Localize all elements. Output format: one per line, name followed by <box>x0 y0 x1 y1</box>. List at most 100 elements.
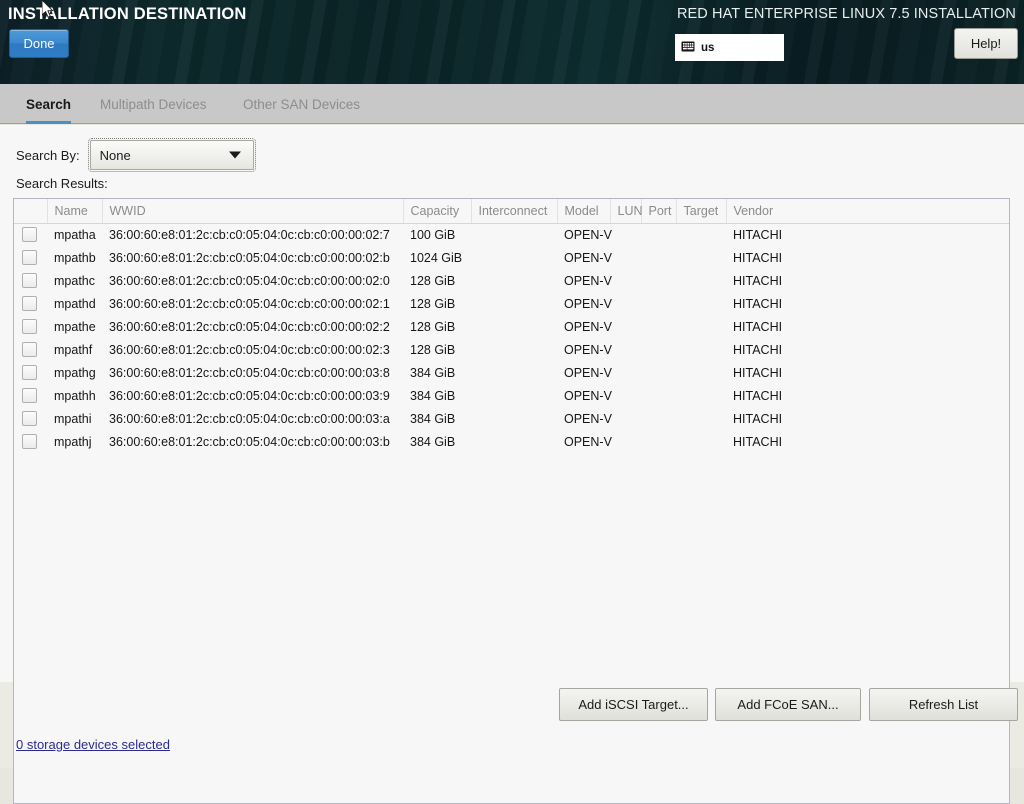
table-row[interactable]: mpathc 36:00:60:e8:01:2c:cb:c0:05:04:0c:c… <box>14 269 1009 292</box>
table-row[interactable]: mpathe 36:00:60:e8:01:2c:cb:c0:05:04:0c:c… <box>14 315 1009 338</box>
row-checkbox-cell[interactable] <box>14 407 47 430</box>
cell-name: mpathi <box>54 411 92 426</box>
cell-capacity: 128 GiB <box>410 319 456 334</box>
row-checkbox-cell[interactable] <box>14 269 47 292</box>
row-checkbox-cell[interactable] <box>14 246 47 269</box>
row-checkbox[interactable] <box>22 411 37 426</box>
cell-lun <box>610 407 641 430</box>
cell-interconnect <box>471 430 557 453</box>
cell-lun <box>610 338 641 361</box>
table-row[interactable]: mpathi 36:00:60:e8:01:2c:cb:c0:05:04:0c:c… <box>14 407 1009 430</box>
tab-multipath-devices[interactable]: Multipath Devices <box>86 84 221 124</box>
cell-capacity: 384 GiB <box>410 388 456 403</box>
row-checkbox[interactable] <box>22 434 37 449</box>
cell-capacity: 128 GiB <box>410 273 456 288</box>
cell-vendor: HITACHI <box>733 273 783 288</box>
cell-model: OPEN-V <box>564 273 612 288</box>
cell-lun <box>610 315 641 338</box>
column-header-interconnect[interactable]: Interconnect <box>471 199 558 224</box>
cell-model: OPEN-V <box>564 227 612 242</box>
cell-wwid: 36:00:60:e8:01:2c:cb:c0:05:04:0c:cb:c0:0… <box>109 250 390 265</box>
search-by-label: Search By: <box>16 147 80 163</box>
table-header-row: Name WWID Capacity Interconnect Model LU… <box>14 199 1009 224</box>
row-checkbox-cell[interactable] <box>14 315 47 338</box>
row-checkbox[interactable] <box>22 365 37 380</box>
storage-devices-selected-link[interactable]: 0 storage devices selected <box>16 737 170 752</box>
cell-interconnect <box>471 223 557 246</box>
cell-port <box>641 338 676 361</box>
cell-capacity: 384 GiB <box>410 411 456 426</box>
cell-lun <box>610 223 641 246</box>
column-header-model[interactable]: Model <box>557 199 611 224</box>
table-row[interactable]: mpathg 36:00:60:e8:01:2c:cb:c0:05:04:0c:c… <box>14 361 1009 384</box>
row-checkbox[interactable] <box>22 250 37 265</box>
row-checkbox[interactable] <box>22 296 37 311</box>
cell-vendor: HITACHI <box>733 411 783 426</box>
cell-wwid: 36:00:60:e8:01:2c:cb:c0:05:04:0c:cb:c0:0… <box>109 342 390 357</box>
search-by-select[interactable]: None <box>87 138 256 172</box>
cell-model: OPEN-V <box>564 342 612 357</box>
done-button[interactable]: Done <box>9 29 69 58</box>
cell-name: mpathe <box>54 319 96 334</box>
cell-wwid: 36:00:60:e8:01:2c:cb:c0:05:04:0c:cb:c0:0… <box>109 365 390 380</box>
help-button[interactable]: Help! <box>954 28 1018 59</box>
refresh-list-button[interactable]: Refresh List <box>869 688 1018 721</box>
row-checkbox-cell[interactable] <box>14 361 47 384</box>
column-header-vendor[interactable]: Vendor <box>726 199 1009 224</box>
tab-other-san-devices[interactable]: Other SAN Devices <box>229 84 374 124</box>
column-header-name[interactable]: Name <box>47 199 103 224</box>
row-checkbox[interactable] <box>22 227 37 243</box>
row-checkbox-cell[interactable] <box>14 384 47 407</box>
table-row[interactable]: mpathf 36:00:60:e8:01:2c:cb:c0:05:04:0c:c… <box>14 338 1009 361</box>
cell-model: OPEN-V <box>564 319 612 334</box>
add-fcoe-san-button[interactable]: Add FCoE SAN... <box>715 688 861 721</box>
table-row[interactable]: mpathd 36:00:60:e8:01:2c:cb:c0:05:04:0c:c… <box>14 292 1009 315</box>
row-checkbox[interactable] <box>22 388 37 403</box>
cell-name: mpathc <box>54 273 95 288</box>
row-checkbox[interactable] <box>22 273 37 288</box>
row-checkbox-cell[interactable] <box>14 223 47 246</box>
cell-port <box>641 269 676 292</box>
column-header-capacity[interactable]: Capacity <box>403 199 472 224</box>
row-checkbox[interactable] <box>22 342 37 357</box>
tab-search[interactable]: Search <box>12 84 85 124</box>
cell-capacity: 1024 GiB <box>410 250 463 265</box>
column-header-lun[interactable]: LUN <box>610 199 643 224</box>
cell-capacity: 128 GiB <box>410 342 456 357</box>
cell-vendor: HITACHI <box>733 365 783 380</box>
keyboard-layout-indicator[interactable]: us <box>675 34 784 61</box>
row-checkbox-cell[interactable] <box>14 338 47 361</box>
tab-multipath-devices-label: Multipath Devices <box>100 96 207 112</box>
column-header-wwid[interactable]: WWID <box>102 199 404 224</box>
cell-interconnect <box>471 246 557 269</box>
tab-search-label: Search <box>26 96 72 112</box>
cell-name: mpathd <box>54 296 96 311</box>
cell-port <box>641 315 676 338</box>
cell-target <box>676 361 726 384</box>
cell-capacity: 128 GiB <box>410 296 456 311</box>
row-checkbox-cell[interactable] <box>14 292 47 315</box>
cell-target <box>676 315 726 338</box>
cell-wwid: 36:00:60:e8:01:2c:cb:c0:05:04:0c:cb:c0:0… <box>109 227 390 242</box>
cell-target <box>676 269 726 292</box>
keyboard-layout-label: us <box>701 41 715 54</box>
table-row[interactable]: mpatha 36:00:60:e8:01:2c:cb:c0:05:04:0c:c… <box>14 223 1009 246</box>
row-checkbox-cell[interactable] <box>14 430 47 453</box>
cell-capacity: 384 GiB <box>410 434 456 449</box>
cell-target <box>676 384 726 407</box>
search-results-label: Search Results: <box>16 176 108 191</box>
table-row[interactable]: mpathh 36:00:60:e8:01:2c:cb:c0:05:04:0c:c… <box>14 384 1009 407</box>
table-row[interactable]: mpathj 36:00:60:e8:01:2c:cb:c0:05:04:0c:c… <box>14 430 1009 453</box>
row-checkbox[interactable] <box>22 319 37 334</box>
table-row[interactable]: mpathb 36:00:60:e8:01:2c:cb:c0:05:04:0c:c… <box>14 246 1009 269</box>
column-header-select[interactable] <box>14 199 48 224</box>
column-header-target[interactable]: Target <box>676 199 727 224</box>
cell-capacity: 384 GiB <box>410 365 456 380</box>
cell-model: OPEN-V <box>564 296 612 311</box>
cell-name: mpathj <box>54 434 92 449</box>
devices-table: Name WWID Capacity Interconnect Model LU… <box>14 199 1009 453</box>
column-header-port[interactable]: Port <box>641 199 677 224</box>
app-header: INSTALLATION DESTINATION RED HAT ENTERPR… <box>0 0 1024 84</box>
search-by-row: Search By: None <box>16 138 256 172</box>
add-iscsi-target-button[interactable]: Add iSCSI Target... <box>559 688 708 721</box>
